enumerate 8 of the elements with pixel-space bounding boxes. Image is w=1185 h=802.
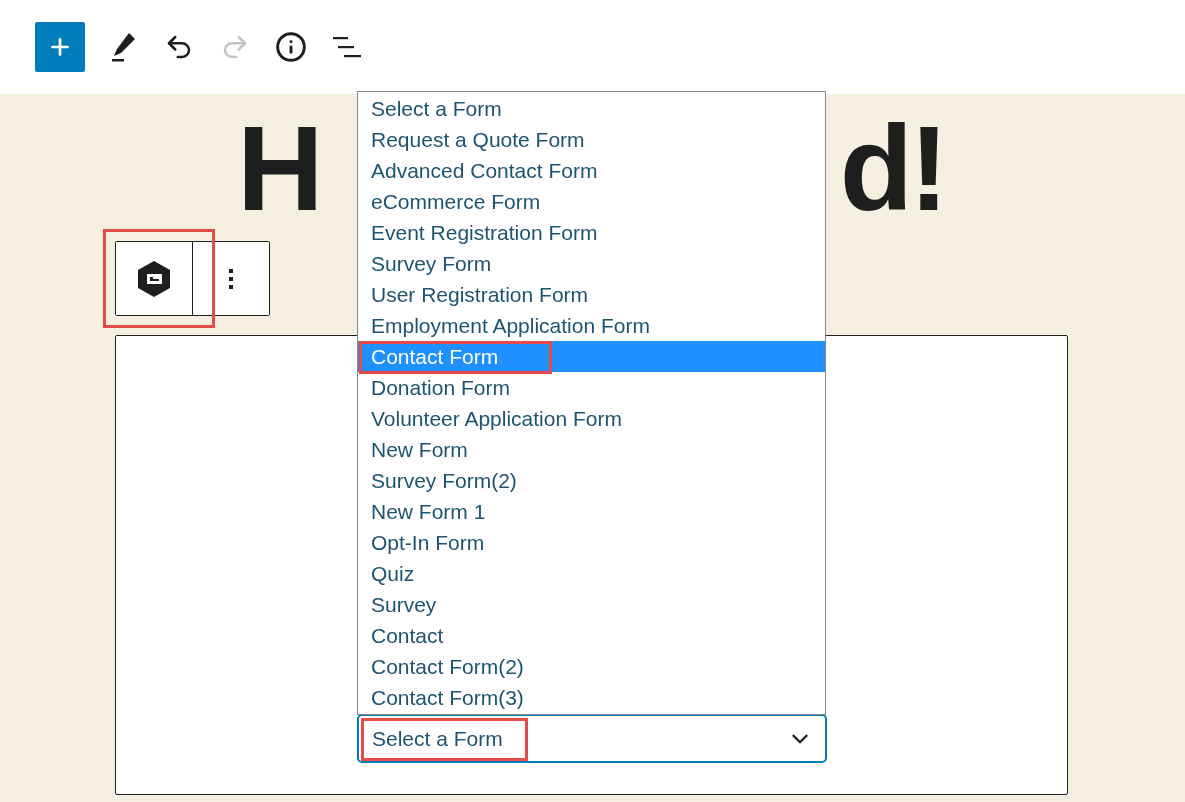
add-block-button[interactable] [35, 22, 85, 72]
heading-text: d! [839, 106, 945, 230]
heading-text: H [237, 106, 320, 230]
more-icon [229, 268, 233, 289]
hexagon-logo-icon [136, 259, 172, 298]
pen-icon [109, 31, 137, 63]
list-view-icon [332, 35, 362, 59]
info-icon [275, 31, 307, 63]
